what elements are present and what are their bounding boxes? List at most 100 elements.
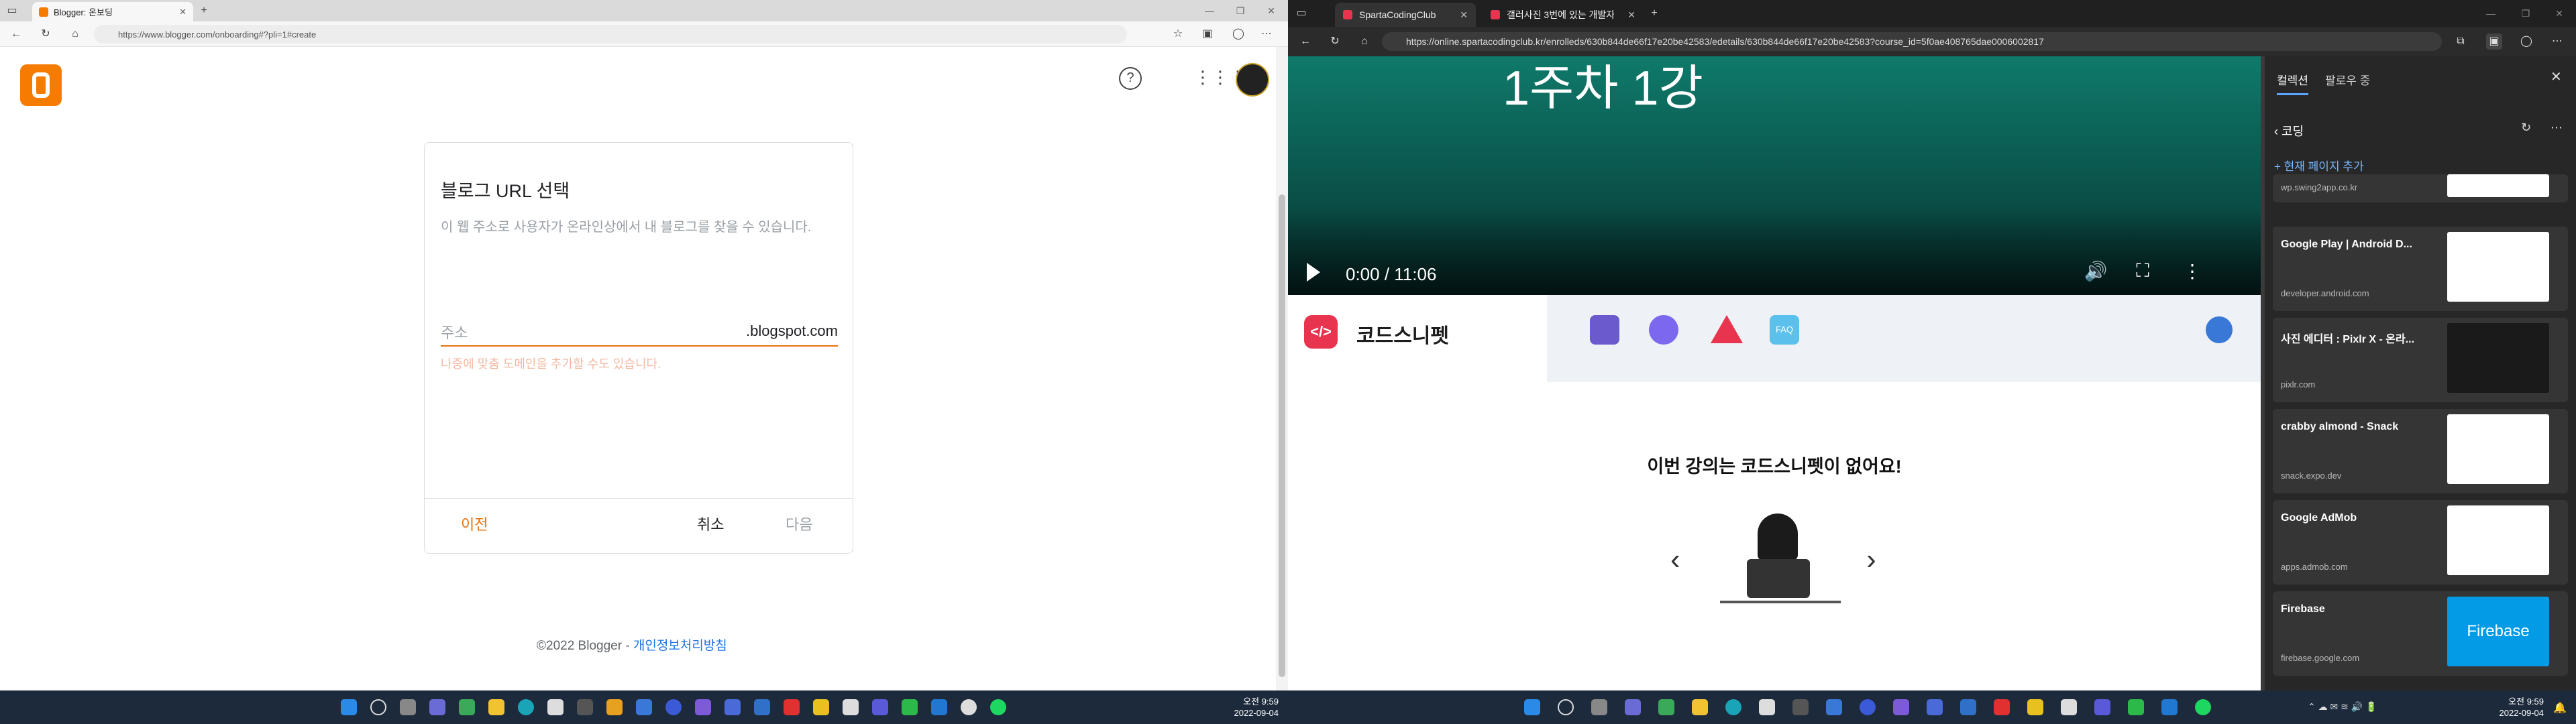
video-more-icon[interactable]: ⋮	[2180, 260, 2204, 282]
taskbar-clock[interactable]: 오전 9:59 2022-09-04	[1234, 696, 1279, 719]
app-icon[interactable]	[1792, 699, 1809, 715]
collections-icon[interactable]: ▣	[1199, 26, 1216, 42]
minimize-icon[interactable]: —	[2475, 3, 2506, 24]
file-explorer-icon[interactable]	[1692, 699, 1708, 715]
page-scrollbar[interactable]	[1276, 47, 1288, 690]
app-icon[interactable]	[2027, 699, 2043, 715]
app-icon[interactable]	[606, 699, 623, 715]
more-menu-icon[interactable]: ⋯	[1258, 26, 1275, 42]
app-icon[interactable]	[1927, 699, 1943, 715]
system-tray[interactable]: ⌃ ☁ ✉ ≋ 🔊 🔋	[2308, 701, 2377, 713]
collection-item[interactable]: wp.swing2app.co.kr	[2273, 174, 2568, 202]
collection-item[interactable]: Google Play | Android D... developer.and…	[2273, 227, 2568, 311]
chat-icon[interactable]	[1625, 699, 1641, 715]
fullscreen-icon[interactable]: ⛶	[2131, 260, 2155, 282]
address-field[interactable]: 주소 .blogspot.com	[441, 316, 838, 347]
app-icon[interactable]	[1960, 699, 1976, 715]
more-menu-icon[interactable]: ⋯	[2549, 34, 2565, 50]
start-icon[interactable]	[1524, 699, 1540, 715]
spotify-icon[interactable]	[2195, 699, 2211, 715]
minimize-icon[interactable]: —	[1194, 0, 1225, 21]
new-tab-icon[interactable]: +	[1646, 5, 1662, 21]
app-icon[interactable]	[1860, 699, 1876, 715]
collections-icon[interactable]: ▣	[2486, 34, 2502, 50]
chevron-right-icon[interactable]: ›	[1866, 543, 1876, 577]
warning-icon[interactable]	[1711, 315, 1743, 343]
naver-icon[interactable]	[902, 699, 918, 715]
app-icon[interactable]	[843, 699, 859, 715]
collection-item[interactable]: crabby almond - Snack snack.expo.dev	[2273, 409, 2568, 493]
address-bar[interactable]: https://www.blogger.com/onboarding#?pli=…	[94, 25, 1127, 44]
taskbar-clock[interactable]: 오전 9:59 2022-09-04	[2500, 696, 2544, 719]
task-view-icon[interactable]	[1591, 699, 1607, 715]
faq-icon[interactable]: FAQ	[1770, 315, 1799, 345]
app-icon[interactable]	[1658, 699, 1674, 715]
profile-icon[interactable]: ◯	[1230, 26, 1246, 42]
profile-icon[interactable]: ◯	[2518, 34, 2534, 50]
collection-item[interactable]: 사진 에디터 : Pixlr X - 온라... pixlr.com	[2273, 318, 2568, 402]
notification-icon[interactable]: 🔔	[2553, 701, 2567, 715]
back-icon[interactable]: ←	[1297, 34, 1313, 50]
collection-item[interactable]: Firebase firebase.google.com Firebase	[2273, 591, 2568, 676]
refresh-icon[interactable]: ↻	[1327, 34, 1343, 50]
help-icon[interactable]: ?	[1119, 67, 1142, 90]
tab-actions-icon[interactable]: ▭	[4, 3, 20, 19]
task-view-icon[interactable]	[400, 699, 416, 715]
add-current-page-button[interactable]: + 현재 페이지 추가	[2274, 157, 2364, 174]
app-icon[interactable]	[459, 699, 475, 715]
app-icon[interactable]	[2094, 699, 2110, 715]
restore-icon[interactable]: ❐	[2510, 3, 2541, 24]
tab-collections[interactable]: 컬렉션	[2277, 71, 2308, 95]
app-icon[interactable]	[961, 699, 977, 715]
vscode-icon[interactable]	[931, 699, 947, 715]
play-icon[interactable]	[1307, 263, 1320, 282]
app-icon[interactable]	[754, 699, 770, 715]
collection-header[interactable]: ‹ 코딩	[2274, 122, 2304, 139]
app-icon[interactable]	[1893, 699, 1909, 715]
tab-code-snippet[interactable]: </> 코드스니펫	[1288, 295, 1547, 382]
video-player[interactable]: 1주차 1강 0:00 / 11:06 🔊 ⛶ ⋮	[1288, 56, 2261, 295]
tab-spartacoding[interactable]: SpartaCodingClub ✕	[1335, 3, 1476, 27]
youtube-icon[interactable]	[784, 699, 800, 715]
home-icon[interactable]: ⌂	[67, 26, 83, 42]
sync-icon[interactable]: ↻	[2521, 121, 2531, 135]
address-bar[interactable]: https://online.spartacodingclub.kr/enrol…	[1382, 32, 2442, 51]
restore-icon[interactable]: ❐	[1225, 0, 1256, 21]
file-explorer-icon[interactable]	[488, 699, 504, 715]
start-icon[interactable]	[341, 699, 357, 715]
home-icon[interactable]: ⌂	[1356, 34, 1373, 50]
youtube-icon[interactable]	[1994, 699, 2010, 715]
app-icon[interactable]	[872, 699, 888, 715]
favorites-star-icon[interactable]: ☆	[1170, 26, 1186, 42]
search-icon[interactable]	[1558, 699, 1574, 715]
close-panel-icon[interactable]: ✕	[2551, 68, 2562, 85]
chat-icon[interactable]	[429, 699, 445, 715]
app-icon[interactable]	[724, 699, 741, 715]
app-icon[interactable]	[577, 699, 593, 715]
vscode-icon[interactable]	[2161, 699, 2178, 715]
extensions-icon[interactable]: ⧉	[2453, 34, 2469, 50]
close-tab-icon[interactable]: ✕	[1460, 9, 1468, 21]
edge-icon[interactable]	[1725, 699, 1741, 715]
prev-button[interactable]: 이전	[461, 513, 488, 534]
checklist-icon[interactable]	[1590, 315, 1619, 345]
close-window-icon[interactable]: ✕	[2544, 3, 2575, 24]
collection-item[interactable]: Google AdMob apps.admob.com	[2273, 500, 2568, 585]
store-icon[interactable]	[547, 699, 564, 715]
privacy-link[interactable]: 개인정보처리방침	[633, 639, 727, 653]
new-tab-icon[interactable]: +	[196, 3, 212, 19]
back-chevron-icon[interactable]: ‹	[2274, 125, 2282, 138]
volume-icon[interactable]: 🔊	[2084, 260, 2108, 282]
spotify-icon[interactable]	[990, 699, 1006, 715]
app-icon[interactable]	[636, 699, 652, 715]
tab-blogger[interactable]: Blogger: 온보딩 ✕	[32, 2, 193, 21]
app-icon[interactable]	[695, 699, 711, 715]
search-icon[interactable]	[370, 699, 386, 715]
naver-icon[interactable]	[2128, 699, 2144, 715]
close-tab-icon[interactable]: ✕	[1627, 9, 1635, 21]
close-tab-icon[interactable]: ✕	[179, 7, 186, 17]
store-icon[interactable]	[1759, 699, 1775, 715]
blogger-logo-icon[interactable]	[20, 64, 62, 106]
tab-following[interactable]: 팔로우 중	[2325, 71, 2370, 88]
back-icon[interactable]: ←	[8, 26, 24, 42]
